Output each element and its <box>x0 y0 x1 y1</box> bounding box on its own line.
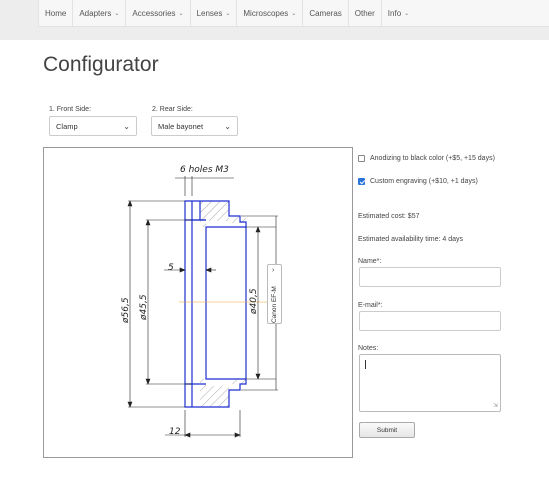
nav-item-label: Cameras <box>309 9 342 18</box>
estimated-cost: Estimated cost: $57 <box>358 213 420 220</box>
rear-side-label: 2. Rear Side: <box>152 106 193 113</box>
chevron-down-icon: ⌄ <box>404 11 410 17</box>
name-label: Name*: <box>358 258 382 265</box>
nav-item-adapters[interactable]: Adapters ⌄ <box>73 0 127 27</box>
rear-side-select[interactable]: Male bayonet ⌄ <box>151 116 238 136</box>
nav-item-label: Accessories <box>132 9 176 18</box>
notes-label: Notes: <box>358 345 379 352</box>
part-outline <box>184 200 247 408</box>
nav-item-label: Info <box>387 9 402 18</box>
name-input[interactable] <box>359 267 501 287</box>
dimension-5-label: 5 <box>168 263 174 273</box>
hatched-section <box>200 201 246 407</box>
nav-item-label: Microscopes <box>243 9 289 18</box>
engraving-checkbox[interactable] <box>358 178 365 185</box>
dimension-outer-label: ø56,5 <box>121 297 131 324</box>
nav-item-home[interactable]: Home <box>38 0 74 27</box>
email-label: E-mail*: <box>358 302 383 309</box>
nav-item-label: Other <box>354 9 375 18</box>
chevron-down-icon: ⌄ <box>291 11 297 17</box>
chevron-down-icon: ⌄ <box>123 122 130 131</box>
dimension-length-label: 12 <box>169 427 181 437</box>
rear-side-value: Male bayonet <box>158 121 204 131</box>
notes-textarea[interactable]: ⇲ <box>359 354 501 412</box>
nav-item-label: Lenses <box>196 9 223 18</box>
anodizing-label: Anodizing to black color (+$5, +15 days) <box>370 155 495 162</box>
nav-item-accessories[interactable]: Accessories ⌄ <box>126 0 191 27</box>
chevron-down-icon: ⌄ <box>114 11 120 17</box>
nav-item-lenses[interactable]: Lenses ⌄ <box>191 0 238 27</box>
submit-button[interactable]: Submit <box>359 422 415 438</box>
technical-drawing: 6 holes M3 5 12 ø56,5 ø45,5 ø40,5 <box>43 147 353 458</box>
nav-item-microscopes[interactable]: Microscopes ⌄ <box>237 0 304 27</box>
nav-menu: Home Adapters ⌄ Accessories ⌄ Lenses ⌄ Micr… <box>38 0 549 27</box>
dimension-inner-label: ø45,5 <box>139 294 149 321</box>
mount-selector[interactable]: › Canon EF-M <box>267 264 282 324</box>
front-side-label: 1. Front Side: <box>49 106 92 113</box>
nav-item-info[interactable]: Info ⌄ <box>382 0 415 27</box>
nav-item-label: Adapters <box>79 9 112 18</box>
engraving-label: Custom engraving (+$10, +1 days) <box>370 178 478 185</box>
nav-item-label: Home <box>45 9 67 18</box>
dimension-bore-label: ø40,5 <box>249 288 259 315</box>
navbar: Home Adapters ⌄ Accessories ⌄ Lenses ⌄ Micr… <box>0 0 549 40</box>
engraving-option[interactable]: Custom engraving (+$10, +1 days) <box>358 178 478 185</box>
front-side-value: Clamp <box>56 121 78 131</box>
anodizing-checkbox[interactable] <box>358 155 365 162</box>
anodizing-option[interactable]: Anodizing to black color (+$5, +15 days) <box>358 155 495 162</box>
drawing-canvas: 6 holes M3 5 12 ø56,5 ø45,5 ø40,5 <box>121 165 278 438</box>
nav-item-cameras[interactable]: Cameras <box>303 0 349 27</box>
page-title: Configurator <box>43 53 159 76</box>
email-input[interactable] <box>359 311 501 331</box>
resize-handle-icon[interactable]: ⇲ <box>493 402 498 409</box>
chevron-down-icon: ⌄ <box>225 11 231 17</box>
nav-item-other[interactable]: Other <box>349 0 382 27</box>
chevron-down-icon: ⌄ <box>178 11 184 17</box>
mount-label: Canon EF-M <box>271 286 278 323</box>
holes-dimension-label: 6 holes M3 <box>180 165 229 175</box>
chevron-down-icon: ⌄ <box>224 122 231 131</box>
text-cursor <box>365 360 366 369</box>
front-side-select[interactable]: Clamp ⌄ <box>49 116 137 136</box>
estimated-availability: Estimated availability time: 4 days <box>358 236 464 243</box>
chevron-right-icon: › <box>272 267 275 274</box>
